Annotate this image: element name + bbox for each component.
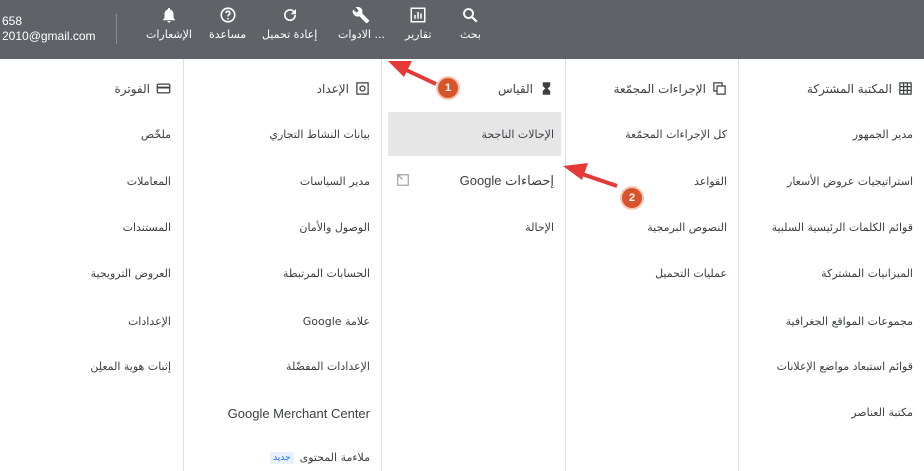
billing-icon [156,83,171,94]
setup-title: الإعداد [316,81,349,96]
library-item-bid-strategies[interactable]: استراتيجيات عروض الأسعار [787,175,913,188]
refresh-label: إعادة تحميل [262,28,318,41]
billing-item-documents[interactable]: المستندات [123,221,171,234]
new-badge: جديد [270,452,294,464]
shared-library-title: المكتبة المشتركة [806,81,892,96]
billing-column: الفوترة ملخّص المعاملات المستندات العروض… [0,59,183,471]
setup-item-merchant-center[interactable]: Google Merchant Center [228,406,370,421]
setup-item-policy-manager[interactable]: مدير السياسات [300,175,370,188]
help-button[interactable]: مساعدة [209,6,246,41]
measurement-header: القياس [498,81,554,96]
setup-item-content-suitability-label: ملاءمة المحتوى [299,451,370,464]
billing-header: الفوترة [114,81,171,96]
bulk-item-scripts[interactable]: النصوص البرمجية [647,221,727,234]
toolbar-divider [116,14,117,44]
bulk-item-all[interactable]: كل الإجراءات المجمّعة [625,128,727,141]
help-icon [220,7,236,23]
account-email: 2010@gmail.com [2,29,96,43]
external-link-icon[interactable] [396,173,410,187]
bulk-item-uploads[interactable]: عمليات التحميل [655,267,727,280]
measurement-title: القياس [498,81,533,96]
bell-icon [162,7,175,23]
notifications-label: الإشعارات [146,28,192,41]
setup-header: الإعداد [317,81,370,96]
library-item-shared-budgets[interactable]: الميزانيات المشتركة [821,267,913,280]
library-icon [899,82,912,95]
annotation-marker-1: 1 [438,78,458,98]
setup-column: الإعداد بيانات النشاط التجاري مدير السيا… [183,59,382,471]
measurement-item-conversions[interactable]: الإحالات الناجحة [482,128,554,141]
reports-label: تقارير [405,28,432,41]
help-label: مساعدة [209,28,247,41]
measurement-item-google-analytics[interactable]: إحصاءات Google [460,173,554,189]
setup-item-preferences[interactable]: الإعدادات المفضّلة [286,360,370,373]
library-item-negative-keywords[interactable]: قوائم الكلمات الرئيسية السلبية [772,221,913,234]
bulk-actions-header: الإجراءات المجمّعة [614,81,727,96]
measurement-item-attribution[interactable]: الإحالة [525,221,554,234]
search-label: بحث [460,28,481,41]
bulk-actions-icon [713,82,726,95]
annotation-marker-2: 2 [622,188,642,208]
shared-library-header: المكتبة المشتركة [807,81,913,96]
reports-button[interactable]: تقارير [405,6,431,41]
billing-item-advertiser-verification[interactable]: إثبات هوية المعلِن [90,360,171,373]
refresh-button[interactable]: إعادة تحميل [262,6,317,41]
setup-icon [356,82,369,95]
library-item-placement-exclusions[interactable]: قوائم استبعاد مواضع الإعلانات [777,360,913,373]
account-id: 658 [2,14,23,28]
tools-button[interactable]: الادوات ... [338,6,385,41]
setup-item-business-data[interactable]: بيانات النشاط التجاري [269,128,370,141]
notifications-button[interactable]: الإشعارات [146,6,192,41]
billing-item-settings[interactable]: الإعدادات [128,315,171,328]
billing-item-transactions[interactable]: المعاملات [127,175,171,188]
wrench-icon [353,6,370,24]
search-button[interactable]: بحث [460,6,481,41]
library-item-location-groups[interactable]: مجموعات المواقع الجغرافية [786,315,913,328]
billing-title: الفوترة [114,81,150,96]
reports-icon [410,7,426,23]
refresh-icon [283,9,296,22]
hourglass-icon [542,82,551,95]
setup-item-google-tag[interactable]: علامة Google [303,315,370,328]
setup-item-linked-accounts[interactable]: الحسابات المرتبطة [283,267,370,280]
bulk-actions-title: الإجراءات المجمّعة [613,81,706,96]
bulk-actions-column: الإجراءات المجمّعة كل الإجراءات المجمّعة… [565,59,739,471]
bulk-item-rules[interactable]: القواعد [694,175,727,188]
shared-library-column: المكتبة المشتركة مدير الجمهور استراتيجيا… [738,59,924,471]
billing-item-summary[interactable]: ملخّص [141,128,171,141]
measurement-column: القياس الإحالات الناجحة إحصاءات Google ا… [381,59,566,471]
account-info[interactable]: 658 2010@gmail.com [2,14,96,44]
setup-item-access-security[interactable]: الوصول والأمان [299,221,370,234]
top-toolbar: 658 2010@gmail.com الإشعارات مساعدة إعاد… [0,0,924,59]
library-item-asset-library[interactable]: مكتبة العناصر [851,406,913,419]
setup-item-content-suitability[interactable]: ملاءمة المحتوى جديد [270,451,370,464]
billing-item-promotions[interactable]: العروض الترويجية [91,267,171,280]
search-icon [463,8,478,23]
library-item-audience-manager[interactable]: مدير الجمهور [853,128,913,141]
tools-label: الادوات ... [338,28,385,41]
